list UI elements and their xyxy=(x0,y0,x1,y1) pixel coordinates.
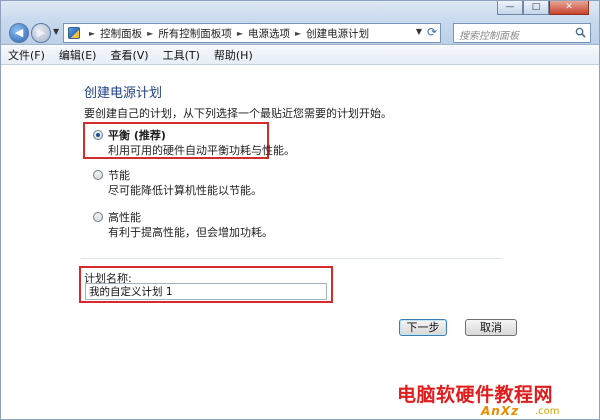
control-panel-icon xyxy=(68,27,80,39)
search-icon[interactable] xyxy=(575,27,586,38)
plan-name-field[interactable] xyxy=(85,283,327,300)
plan-description-high-performance: 有利于提高性能，但会增加功耗。 xyxy=(108,226,273,239)
window: — □ ✕ ◀ ▶ ▼ ► 控制面板 ► 所有控制面板项 ► 电源选项 ► 创建… xyxy=(0,0,600,420)
cancel-button[interactable]: 取消 xyxy=(465,319,517,336)
menu-help[interactable]: 帮助(H) xyxy=(207,47,260,63)
address-dropdown-icon[interactable]: ▼ xyxy=(416,27,422,36)
menu-bar: 文件(F) 编辑(E) 查看(V) 工具(T) 帮助(H) xyxy=(1,46,599,65)
radio-power-saver[interactable] xyxy=(93,170,103,180)
maximize-icon[interactable]: □ xyxy=(523,1,549,15)
refresh-icon[interactable]: ⟳ xyxy=(427,25,437,39)
menu-view[interactable]: 查看(V) xyxy=(103,47,155,63)
page-title: 创建电源计划 xyxy=(84,86,163,101)
divider xyxy=(81,258,501,259)
radio-balanced[interactable] xyxy=(93,130,103,140)
watermark-logo: AnXz xyxy=(481,404,520,418)
watermark-url: .com xyxy=(535,406,560,417)
radio-high-performance[interactable] xyxy=(93,212,103,222)
plan-label-power-saver[interactable]: 节能 xyxy=(108,167,130,183)
title-bar: — □ ✕ ◀ ▶ ▼ ► 控制面板 ► 所有控制面板项 ► 电源选项 ► 创建… xyxy=(1,1,599,45)
watermark-text: 电脑软硬件教程网 xyxy=(397,384,554,406)
plan-label-high-performance[interactable]: 高性能 xyxy=(108,209,141,225)
window-controls: — □ ✕ xyxy=(497,1,589,15)
intro-text: 要创建自己的计划，从下列选择一个最贴近您需要的计划开始。 xyxy=(84,107,392,120)
breadcrumb-chevron-icon[interactable]: ► xyxy=(147,29,153,38)
breadcrumb-control-panel[interactable]: 控制面板 xyxy=(100,26,142,41)
address-bar[interactable]: ► 控制面板 ► 所有控制面板项 ► 电源选项 ► 创建电源计划 ▼ ⟳ xyxy=(63,23,441,43)
menu-tools[interactable]: 工具(T) xyxy=(156,47,207,63)
breadcrumb-chevron-icon[interactable]: ► xyxy=(89,29,95,38)
back-arrow-icon[interactable]: ◀ xyxy=(9,23,29,43)
close-icon[interactable]: ✕ xyxy=(549,1,589,15)
next-button[interactable]: 下一步 xyxy=(399,319,447,336)
breadcrumb-all-items[interactable]: 所有控制面板项 xyxy=(158,26,232,41)
plan-description-power-saver: 尽可能降低计算机性能以节能。 xyxy=(108,184,262,197)
plan-description-balanced: 利用可用的硬件自动平衡功耗与性能。 xyxy=(108,144,295,157)
menu-file[interactable]: 文件(F) xyxy=(1,47,52,63)
breadcrumb-power-options[interactable]: 电源选项 xyxy=(248,26,290,41)
breadcrumb-create-plan[interactable]: 创建电源计划 xyxy=(306,26,369,41)
menu-edit[interactable]: 编辑(E) xyxy=(52,47,104,63)
search-placeholder: 搜索控制面板 xyxy=(459,31,519,42)
forward-arrow-icon[interactable]: ▶ xyxy=(31,23,51,43)
plan-label-balanced[interactable]: 平衡 (推荐) xyxy=(108,127,166,143)
main-content: 创建电源计划 要创建自己的计划，从下列选择一个最贴近您需要的计划开始。 平衡 (… xyxy=(1,66,599,419)
recent-pages-chevron-icon[interactable]: ▼ xyxy=(53,27,59,36)
minimize-icon[interactable]: — xyxy=(497,1,523,15)
breadcrumb-chevron-icon[interactable]: ► xyxy=(295,29,301,38)
search-input[interactable]: 搜索控制面板 xyxy=(453,23,591,43)
breadcrumb-chevron-icon[interactable]: ► xyxy=(237,29,243,38)
